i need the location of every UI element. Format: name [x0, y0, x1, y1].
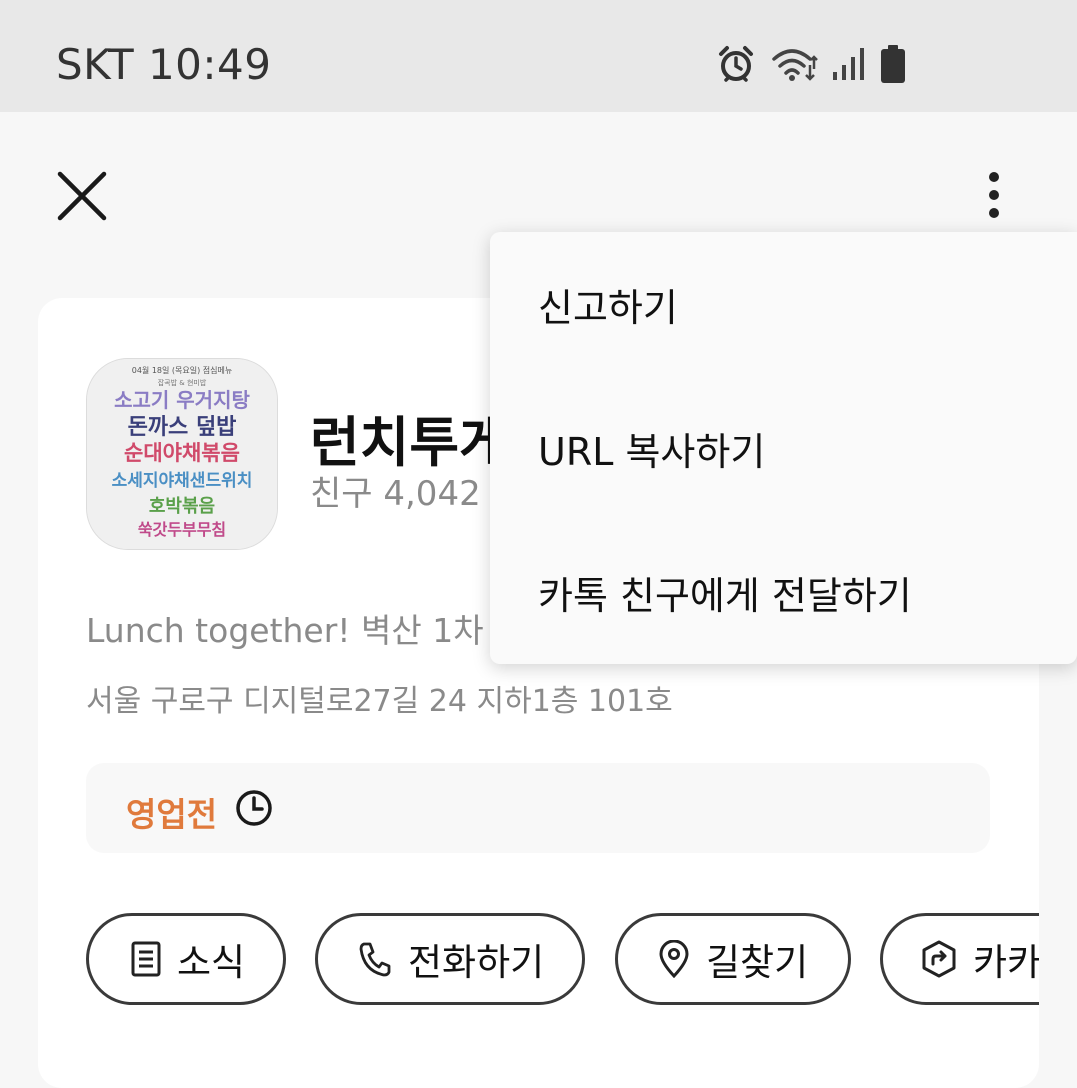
close-button[interactable]	[56, 170, 108, 222]
battery-icon	[880, 44, 906, 88]
clock-icon	[236, 790, 272, 826]
phone-icon	[359, 942, 391, 977]
action-buttons: 소식 전화하기 길찾기 카카	[86, 913, 1039, 1013]
menu-image-line: 소고기 우거지탕	[114, 388, 250, 412]
location-pin-icon	[659, 940, 689, 978]
menu-image-line: 소세지야채샌드위치	[112, 471, 253, 491]
store-description: Lunch together! 벽산 1차	[86, 611, 484, 650]
menu-item-forward-to-friend[interactable]: 카톡 친구에게 전달하기	[490, 520, 1077, 664]
store-address: 서울 구로구 디지털로27길 24 지하1층 101호	[86, 684, 673, 719]
wifi-icon	[770, 45, 818, 87]
business-hours[interactable]: 영업전	[86, 763, 990, 853]
overflow-menu: 신고하기 URL 복사하기 카톡 친구에게 전달하기	[490, 232, 1077, 664]
status-icons	[716, 44, 906, 88]
menu-item-report[interactable]: 신고하기	[490, 232, 1077, 376]
profile-image[interactable]: 04월 18일 (목요일) 점심메뉴 잡곡밥 & 현미밥 소고기 우거지탕 돈까…	[86, 358, 278, 550]
menu-item-copy-url[interactable]: URL 복사하기	[490, 376, 1077, 520]
hours-status: 영업전	[126, 795, 218, 834]
directions-label: 길찾기	[706, 941, 809, 984]
friend-count: 친구 4,042	[310, 474, 481, 514]
menu-image-subheader: 잡곡밥 & 현미밥	[158, 378, 207, 387]
kakao-share-label: 카카	[973, 941, 1039, 984]
more-vertical-icon	[989, 172, 999, 218]
menu-image-header: 04월 18일 (목요일) 점심메뉴	[132, 365, 232, 375]
share-icon	[922, 940, 956, 978]
news-button[interactable]: 소식	[86, 913, 286, 1005]
alarm-icon	[716, 44, 756, 88]
menu-image-line: 순대야채볶음	[124, 441, 240, 465]
menu-image-line: 돈까스 덮밥	[128, 415, 237, 440]
menu-item-label: URL 복사하기	[538, 429, 766, 474]
directions-button[interactable]: 길찾기	[615, 913, 851, 1005]
carrier-time: SKT 10:49	[56, 40, 272, 89]
menu-item-label: 신고하기	[538, 285, 678, 330]
menu-image-line: 호박볶음	[149, 496, 215, 517]
call-label: 전화하기	[408, 941, 545, 984]
status-bar: SKT 10:49	[0, 0, 1077, 112]
call-button[interactable]: 전화하기	[315, 913, 585, 1005]
more-options-button[interactable]	[972, 165, 1016, 229]
news-label: 소식	[177, 941, 246, 984]
menu-image-line: 쑥갓두부무침	[138, 520, 226, 539]
news-icon	[131, 941, 161, 977]
signal-icon	[832, 46, 866, 86]
menu-item-label: 카톡 친구에게 전달하기	[538, 573, 912, 618]
close-icon	[57, 171, 107, 221]
kakao-share-button[interactable]: 카카	[880, 913, 1039, 1005]
